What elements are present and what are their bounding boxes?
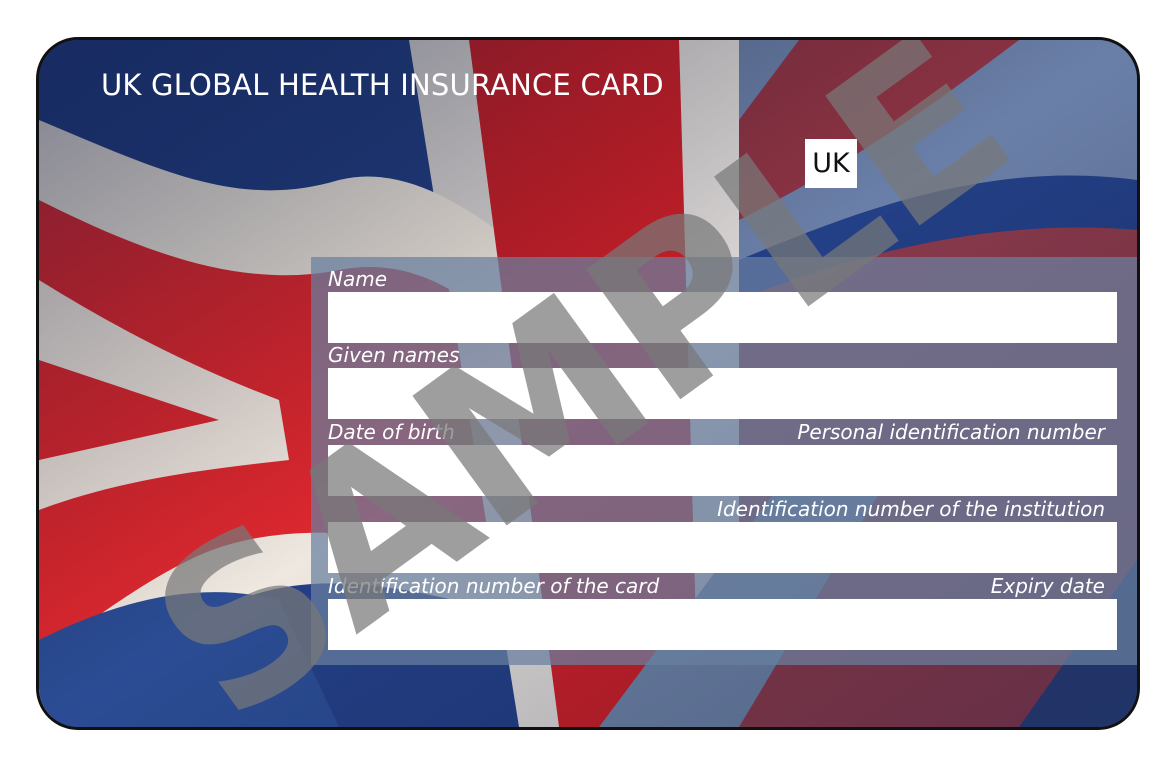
card-id-expiry-field[interactable]: [328, 599, 1117, 650]
name-field[interactable]: [328, 292, 1117, 343]
date-of-birth-label: Date of birth: [328, 420, 455, 444]
insurance-card: UK GLOBAL HEALTH INSURANCE CARD UK Name …: [36, 37, 1140, 730]
dob-personal-id-field[interactable]: [328, 445, 1117, 496]
card-id-label: Identification number of the card: [328, 574, 660, 598]
personal-id-label: Personal identification number: [797, 420, 1105, 444]
institution-id-label: Identification number of the institution: [717, 497, 1105, 521]
card-title: UK GLOBAL HEALTH INSURANCE CARD: [101, 68, 664, 102]
country-code-badge: UK: [805, 139, 857, 188]
holder-details-panel: Name Given names Date of birth Personal …: [311, 257, 1137, 665]
given-names-field[interactable]: [328, 368, 1117, 419]
name-label: Name: [328, 267, 388, 291]
institution-id-field[interactable]: [328, 522, 1117, 573]
given-names-label: Given names: [328, 343, 460, 367]
expiry-date-label: Expiry date: [990, 574, 1105, 598]
